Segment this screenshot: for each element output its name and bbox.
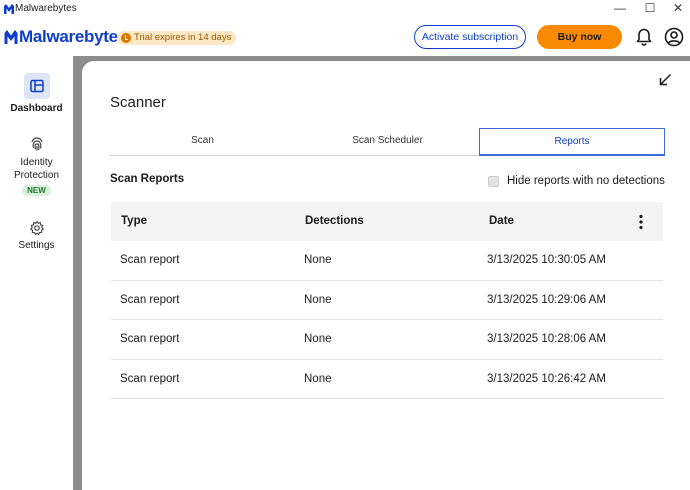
hide-no-detections-label: Hide reports with no detections [507,175,665,187]
buy-now-button[interactable]: Buy now [537,25,622,49]
logo: Malwarebytes [4,27,127,47]
hide-no-detections-checkbox[interactable] [488,175,499,187]
cell-type: Scan report [120,333,180,345]
malwarebytes-app-icon [4,4,14,14]
cell-type: Scan report [120,293,180,306]
table-row[interactable]: Scan report None 3/13/2025 10:30:05 AM [111,241,663,281]
user-account-icon[interactable] [663,27,685,47]
new-badge: NEW [22,185,51,196]
malwarebytes-logo-icon [4,30,18,44]
column-header-type[interactable]: Type [121,215,147,227]
tab-reports[interactable]: Reports [479,128,665,156]
sidebar-item-label: Dashboard [10,103,63,114]
hide-no-detections-toggle[interactable]: Hide reports with no detections [488,174,665,188]
more-options-icon[interactable] [638,214,644,230]
table-header: Type Detections Date [111,202,663,241]
tab-scan-scheduler[interactable]: Scan Scheduler [295,128,480,156]
cell-detections: None [304,333,332,345]
notifications-bell-icon[interactable] [634,27,654,47]
sidebar-item-label: Settings [18,240,55,251]
cell-detections: None [304,372,332,385]
trial-badge: Trial expires in 14 days [117,31,237,45]
cell-date: 3/13/2025 10:30:05 AM [487,254,606,266]
dashboard-icon [29,79,44,93]
column-header-detections[interactable]: Detections [305,215,364,227]
table-row[interactable]: Scan report None 3/13/2025 10:28:06 AM [111,320,663,360]
cell-detections: None [304,293,332,306]
window-title: Malwarebytes [15,3,77,14]
activate-subscription-button[interactable]: Activate subscription [414,25,526,49]
clock-icon [121,33,131,43]
close-button[interactable]: ✕ [663,0,690,18]
page-title: Scanner [110,94,166,111]
logo-text: Malwarebytes [19,27,127,46]
trial-text: Trial expires in 14 days [134,32,232,43]
dashboard-icon-wrap [23,73,50,99]
sidebar: Dashboard Identity Protection NEW Settin… [0,56,73,490]
table-row[interactable]: Scan report None 3/13/2025 10:26:42 AM [111,360,663,399]
section-title: Scan Reports [110,173,185,185]
gear-icon [29,220,44,236]
sidebar-item-label: Identity Protection [13,157,60,181]
minimize-button[interactable]: — [605,0,635,18]
maximize-button[interactable]: ☐ [635,0,665,18]
table-row[interactable]: Scan report None 3/13/2025 10:29:06 AM [111,281,663,320]
cell-date: 3/13/2025 10:29:06 AM [487,293,606,306]
sidebar-item-settings[interactable]: Settings [0,220,73,251]
app-header: Malwarebytes Trial expires in 14 days Ac… [0,18,690,56]
cell-date: 3/13/2025 10:28:06 AM [487,333,606,345]
reports-table: Type Detections Date Scan report None 3/… [111,202,663,399]
cell-type: Scan report [120,372,180,385]
sidebar-item-identity-protection[interactable]: Identity Protection NEW [0,136,73,196]
title-bar: Malwarebytes — ☐ ✕ [0,0,690,18]
cell-date: 3/13/2025 10:26:42 AM [487,372,606,385]
collapse-arrow-icon[interactable] [658,73,672,87]
cell-detections: None [304,254,332,266]
tab-scan[interactable]: Scan [110,128,295,156]
cell-type: Scan report [120,254,180,266]
column-header-date[interactable]: Date [489,215,514,227]
scanner-tabs: Scan Scan Scheduler Reports [110,128,665,156]
sidebar-item-dashboard[interactable]: Dashboard [0,73,73,114]
fingerprint-icon [30,137,43,151]
